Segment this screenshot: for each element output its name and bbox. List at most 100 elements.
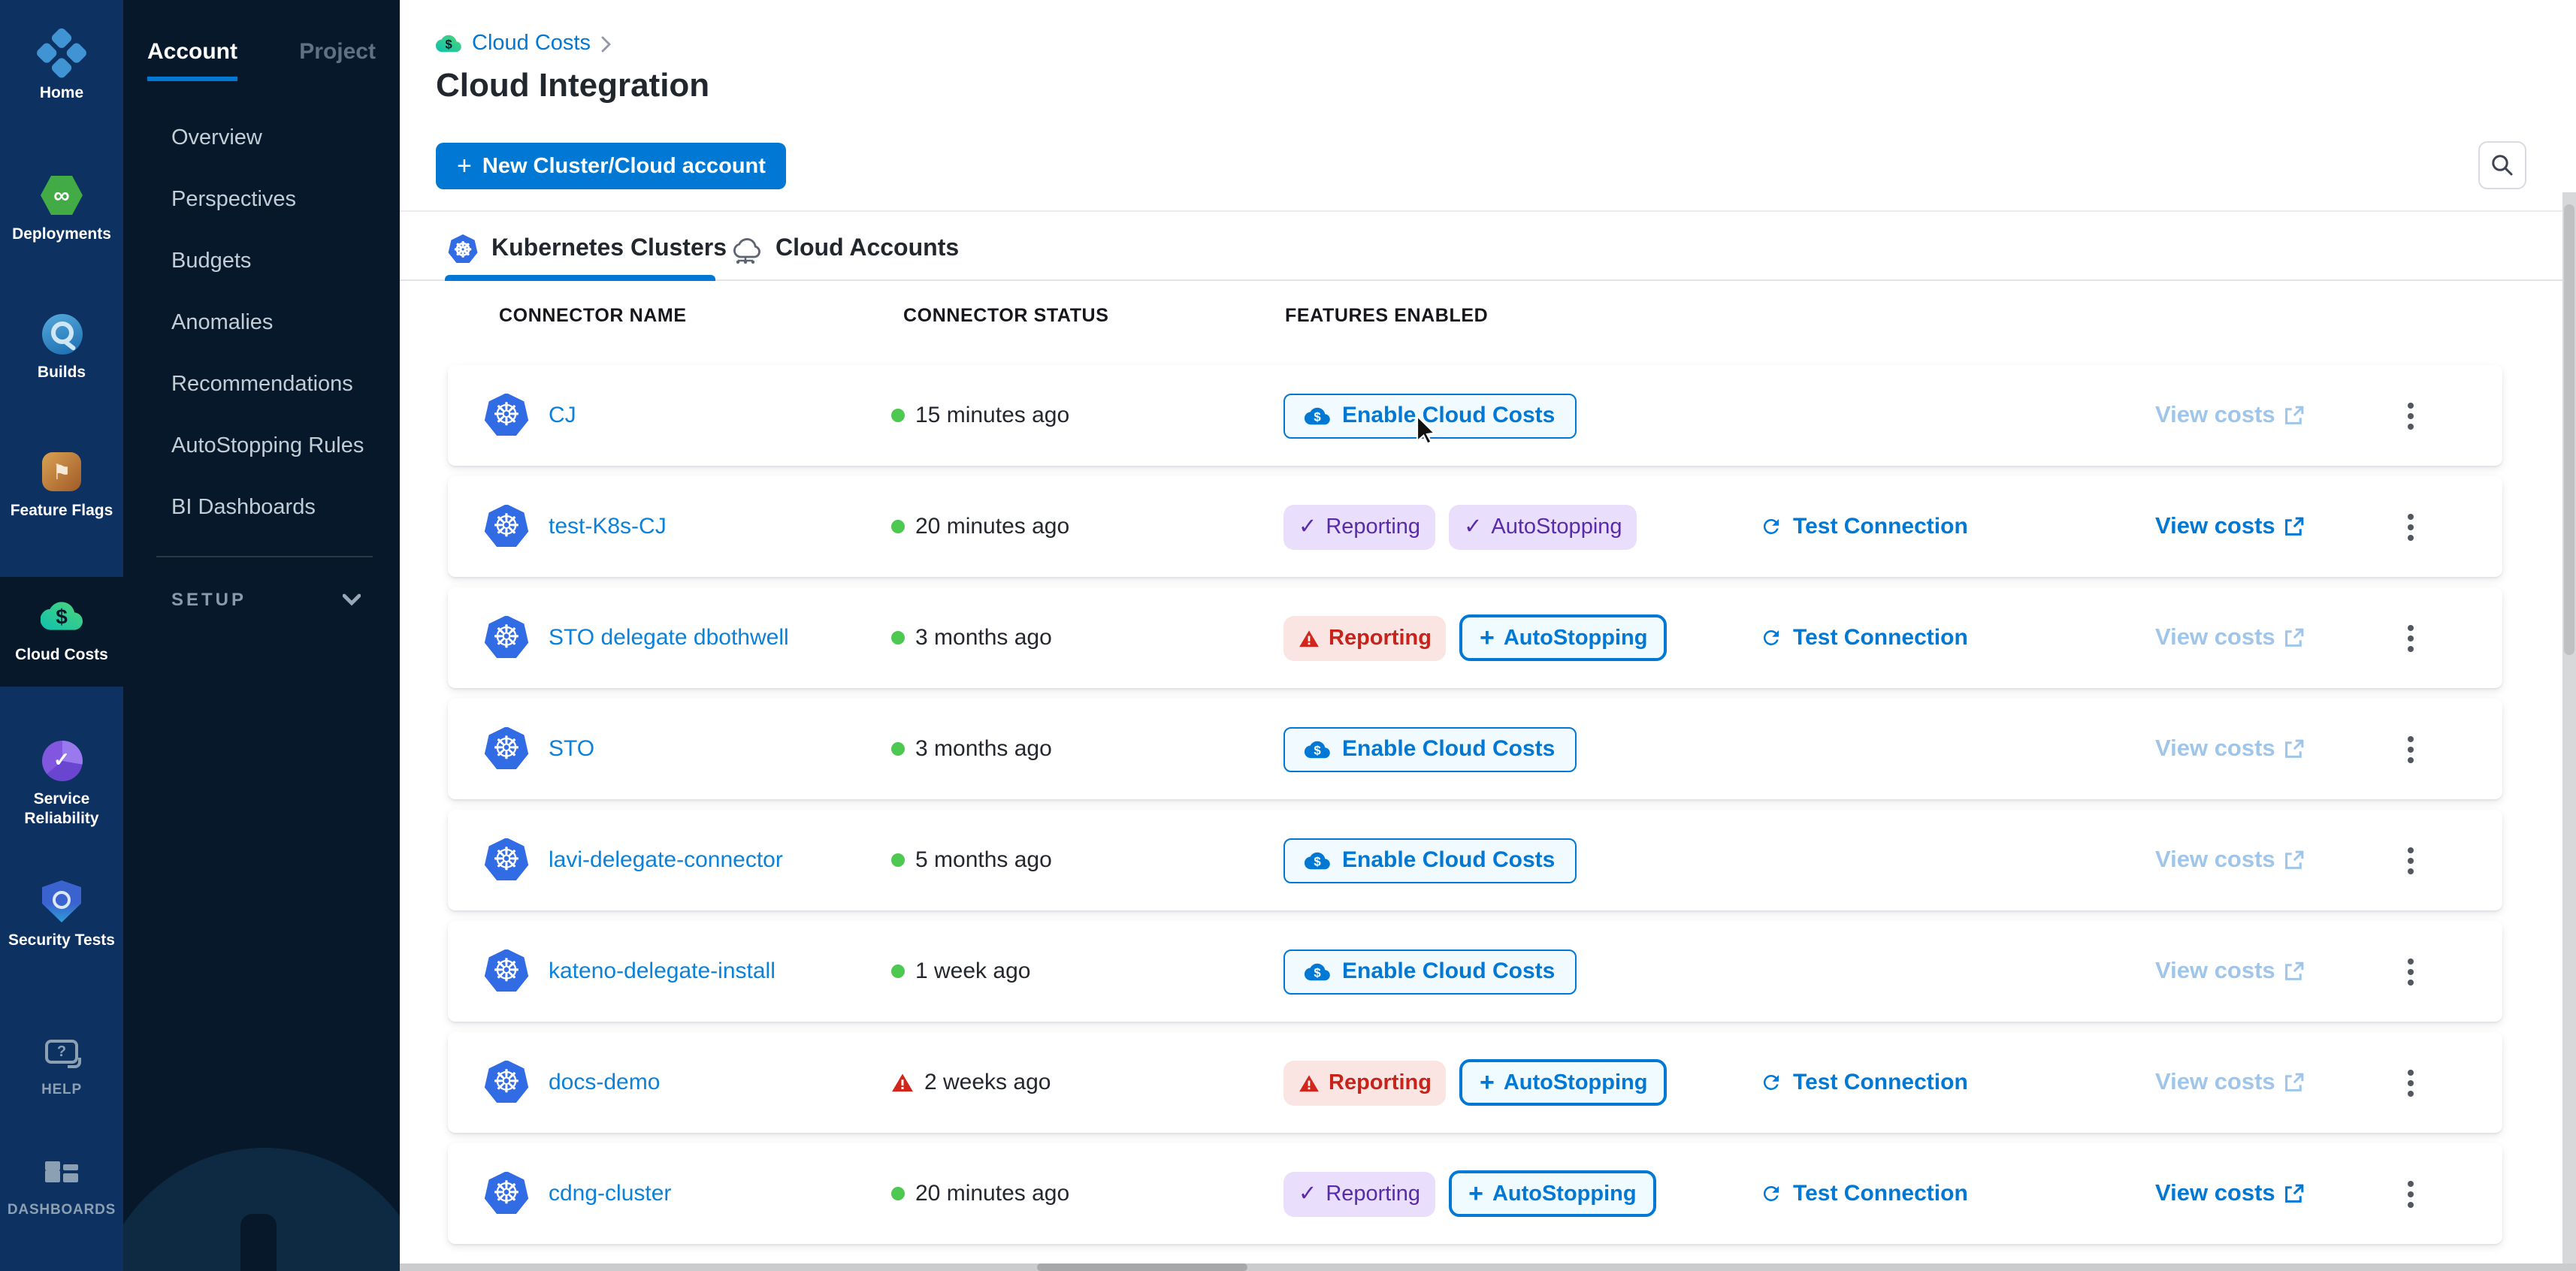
- add-autostopping-button[interactable]: + AutoStopping: [1460, 1059, 1667, 1106]
- reporting-error-badge: Reporting: [1283, 1060, 1447, 1105]
- view-costs-link[interactable]: View costs: [2155, 958, 2304, 985]
- enable-cloud-costs-label: Enable Cloud Costs: [1342, 403, 1555, 428]
- row-menu-button[interactable]: [2399, 726, 2423, 771]
- nav-service-reliability[interactable]: ✓ Service Reliability: [0, 739, 123, 830]
- sidebar-item-perspectives[interactable]: Perspectives: [171, 188, 296, 212]
- connector-name-link[interactable]: kateno-delegate-install: [549, 959, 776, 984]
- view-costs-label: View costs: [2155, 624, 2275, 651]
- sidebar-item-budgets[interactable]: Budgets: [171, 249, 251, 273]
- sidebar-item-anomalies[interactable]: Anomalies: [171, 311, 273, 335]
- nav-dashboards[interactable]: DASHBOARDS: [0, 1151, 123, 1220]
- row-menu-button[interactable]: [2399, 1060, 2423, 1105]
- table-row: ☸ cdng-cluster 20 minutes ago $ Enable C…: [448, 1143, 2502, 1244]
- connector-name-link[interactable]: docs-demo: [549, 1070, 660, 1095]
- tab-kubernetes-clusters[interactable]: ☸ Kubernetes Clusters: [448, 218, 727, 281]
- vertical-scrollbar[interactable]: [2562, 192, 2576, 1263]
- svg-text:$: $: [1314, 853, 1321, 868]
- check-icon: ✓: [1299, 1182, 1317, 1206]
- test-connection-link[interactable]: Test Connection: [1760, 514, 1968, 539]
- connector-status: 2 weeks ago: [891, 1032, 1051, 1133]
- connector-name-link[interactable]: cdng-cluster: [549, 1181, 671, 1206]
- kubernetes-icon: ☸: [484, 615, 529, 660]
- tab-account[interactable]: Account: [147, 39, 237, 81]
- nav-help[interactable]: ? HELP: [0, 1031, 123, 1100]
- tab-project[interactable]: Project: [299, 39, 376, 81]
- view-costs-link[interactable]: View costs: [2155, 1069, 2304, 1096]
- row-menu-button[interactable]: [2399, 838, 2423, 883]
- features-enabled: $ Enable Cloud Costs ✓ Reporting Reporti…: [1283, 476, 1637, 577]
- view-costs-link[interactable]: View costs: [2155, 402, 2304, 429]
- nav-deployments[interactable]: ∞ Deployments: [0, 174, 123, 245]
- cloud-dollar-icon: $: [1305, 850, 1330, 871]
- kubernetes-icon: ☸: [484, 726, 529, 771]
- view-costs-label: View costs: [2155, 1069, 2275, 1096]
- autostopping-enabled-badge: ✓ AutoStopping: [1449, 504, 1637, 549]
- module-nav-rail: Home ∞ Deployments Builds ⚑ Feature Flag…: [0, 0, 123, 1271]
- connector-status: 3 months ago: [891, 587, 1052, 688]
- row-menu-button[interactable]: [2399, 615, 2423, 660]
- enable-cloud-costs-button[interactable]: $ Enable Cloud Costs: [1283, 726, 1576, 771]
- sidebar-item-overview[interactable]: Overview: [171, 126, 262, 150]
- nav-service-reliability-label: Service Reliability: [0, 790, 123, 830]
- connector-status: 1 week ago: [891, 921, 1030, 1022]
- svg-text:$: $: [56, 605, 68, 629]
- connector-name-link[interactable]: test-K8s-CJ: [549, 514, 667, 539]
- test-connection-link[interactable]: Test Connection: [1760, 1070, 1968, 1095]
- connector-name-link[interactable]: STO: [549, 736, 594, 762]
- horizontal-scrollbar[interactable]: [400, 1263, 2576, 1271]
- add-autostopping-button[interactable]: + AutoStopping: [1460, 614, 1667, 661]
- reporting-error-badge: Reporting: [1283, 615, 1447, 660]
- test-connection-link[interactable]: Test Connection: [1760, 1181, 1968, 1206]
- connector-name-link[interactable]: lavi-delegate-connector: [549, 847, 783, 873]
- tab-cloud-accounts[interactable]: Cloud Accounts: [729, 218, 959, 281]
- vertical-scrollbar-thumb[interactable]: [2564, 204, 2574, 655]
- view-costs-link[interactable]: View costs: [2155, 624, 2304, 651]
- table-header: CONNECTOR NAME CONNECTOR STATUS FEATURES…: [400, 305, 2576, 338]
- add-autostopping-button[interactable]: + AutoStopping: [1449, 1170, 1656, 1217]
- cloud-dollar-icon: $: [1305, 405, 1330, 426]
- test-connection-label: Test Connection: [1793, 625, 1968, 651]
- nav-cloud-costs[interactable]: $ Cloud Costs: [0, 577, 123, 687]
- refresh-icon: [1760, 626, 1782, 649]
- status-ok-icon: [891, 742, 905, 756]
- enable-cloud-costs-button[interactable]: $ Enable Cloud Costs: [1283, 949, 1576, 994]
- test-connection-link[interactable]: Test Connection: [1760, 625, 1968, 651]
- external-link-icon: [2284, 517, 2304, 536]
- view-costs-link[interactable]: View costs: [2155, 513, 2304, 540]
- external-link-icon: [2284, 850, 2304, 870]
- connector-name-link[interactable]: CJ: [549, 403, 576, 428]
- row-menu-button[interactable]: [2399, 1171, 2423, 1216]
- nav-feature-flags[interactable]: ⚑ Feature Flags: [0, 451, 123, 521]
- nav-help-label: HELP: [38, 1082, 85, 1100]
- status-text: 1 week ago: [915, 959, 1030, 984]
- row-menu-button[interactable]: [2399, 949, 2423, 994]
- kubernetes-icon: ☸: [484, 1171, 529, 1216]
- table-row: ☸ test-K8s-CJ 20 minutes ago $ Enable Cl…: [448, 476, 2502, 577]
- sidebar-item-bi-dashboards[interactable]: BI Dashboards: [171, 496, 316, 520]
- sidebar-setup[interactable]: SETUP: [171, 589, 361, 610]
- sidebar-item-autostopping-rules[interactable]: AutoStopping Rules: [171, 434, 364, 458]
- warning-icon: [1299, 629, 1320, 647]
- sidebar-item-recommendations[interactable]: Recommendations: [171, 373, 353, 397]
- search-button[interactable]: [2478, 141, 2526, 189]
- harness-app: Home ∞ Deployments Builds ⚑ Feature Flag…: [0, 0, 2576, 1271]
- row-menu-button[interactable]: [2399, 504, 2423, 549]
- new-cluster-cloud-account-button[interactable]: + New Cluster/Cloud account: [436, 143, 787, 189]
- toolbar-divider: [400, 210, 2576, 212]
- nav-security-tests[interactable]: Security Tests: [0, 880, 123, 951]
- enable-cloud-costs-button[interactable]: $ Enable Cloud Costs: [1283, 838, 1576, 883]
- view-costs-link[interactable]: View costs: [2155, 847, 2304, 874]
- view-costs-link[interactable]: View costs: [2155, 735, 2304, 762]
- row-menu-button[interactable]: [2399, 393, 2423, 438]
- nav-builds[interactable]: Builds: [0, 312, 123, 383]
- new-cluster-button-label: New Cluster/Cloud account: [482, 154, 766, 178]
- horizontal-scrollbar-thumb[interactable]: [1037, 1263, 1247, 1271]
- breadcrumb-cloud-costs-link[interactable]: Cloud Costs: [472, 32, 591, 56]
- connector-name-link[interactable]: STO delegate dbothwell: [549, 625, 789, 651]
- nav-feature-flags-label: Feature Flags: [8, 502, 116, 521]
- test-connection-label: Test Connection: [1793, 1181, 1968, 1206]
- view-costs-link[interactable]: View costs: [2155, 1180, 2304, 1207]
- nav-home[interactable]: Home: [0, 33, 123, 104]
- status-warning-icon: [891, 1073, 914, 1092]
- nav-dashboards-label: DASHBOARDS: [5, 1202, 119, 1220]
